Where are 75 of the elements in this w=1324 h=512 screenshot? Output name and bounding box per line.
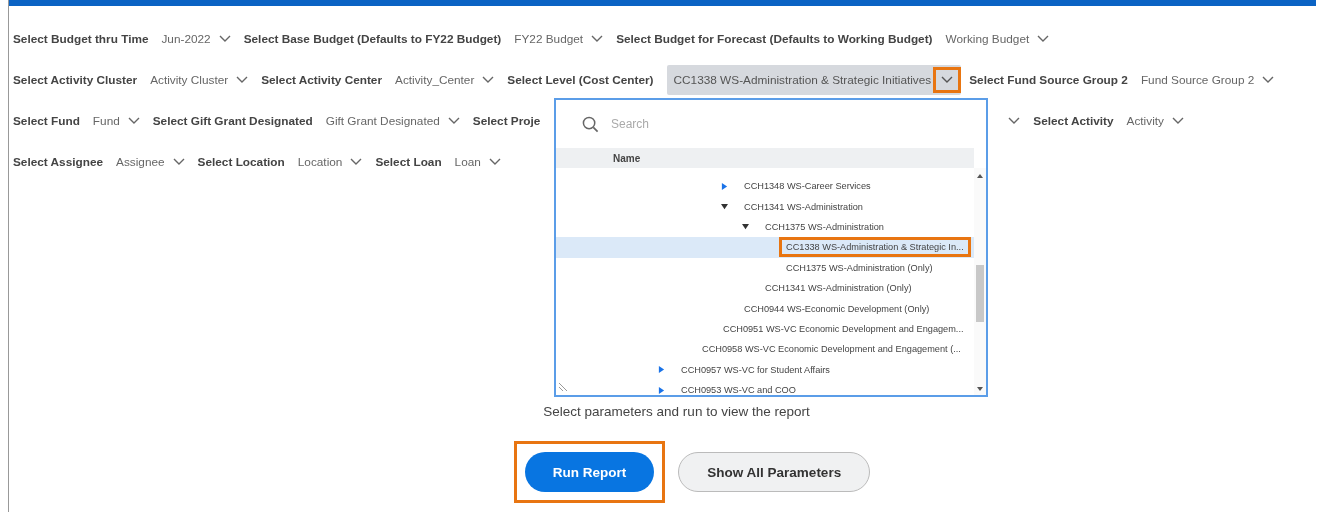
dropdown[interactable]: Location: [297, 154, 363, 169]
tree-item[interactable]: CCH1341 WS-Administration: [556, 196, 974, 217]
tree-item-label: CCH1375 WS-Administration (Only): [785, 261, 934, 275]
parameter-label: Select Activity: [1033, 113, 1114, 128]
tree-item-label: CCH0951 WS-VC Economic Development and Engagem...: [722, 322, 965, 336]
tree-item-label: CCH1341 WS-Administration (Only): [764, 282, 913, 296]
tree-item[interactable]: CCH0958 WS-VC Economic Development and Engagement (...: [556, 339, 974, 360]
dropdown[interactable]: Working Budget: [945, 31, 1050, 46]
chevron-down-icon: [941, 75, 954, 84]
chevron-down-icon: [172, 157, 185, 166]
dropdown[interactable]: Fund: [92, 113, 140, 128]
tree-item-label: CCH1375 WS-Administration: [764, 220, 885, 234]
scroll-up-icon[interactable]: [977, 174, 983, 178]
parameter-label: Select Budget thru Time: [13, 31, 149, 46]
parameter-label: Select Fund: [13, 113, 80, 128]
dropdown[interactable]: Gift Grant Designated: [325, 113, 460, 128]
parameter-label: Select Gift Grant Designated: [152, 113, 313, 128]
chevron-down-icon: [591, 34, 604, 43]
parameter-label: Select Activity Center: [261, 72, 382, 87]
dropdown[interactable]: [1008, 116, 1021, 125]
report-hint: Select parameters and run to view the report: [542, 404, 810, 419]
chevron-down-icon: [1037, 34, 1050, 43]
selected-value-field[interactable]: CC1338 WS-Administration & Strategic Initiatives: [666, 64, 962, 95]
search-icon: [582, 115, 599, 133]
chevron-down-icon: [218, 34, 231, 43]
dropdown[interactable]: Assignee: [116, 154, 185, 169]
column-header: Name: [613, 152, 641, 164]
dropdown[interactable]: FY22 Budget: [514, 31, 604, 46]
dropdown[interactable]: Activity: [1126, 113, 1184, 128]
chevron-down-icon: [127, 116, 140, 125]
chevron-down-icon: [350, 157, 363, 166]
resize-grip-icon[interactable]: [558, 382, 568, 392]
parameter-label: Select Location: [197, 154, 285, 169]
parameter-label: Select Proje: [472, 113, 541, 128]
tree-item-label: CCH0953 WS-VC and COO: [680, 384, 797, 395]
tree-item[interactable]: CCH1375 WS-Administration (Only): [556, 257, 974, 278]
tree-item-label: CC1338 WS-Administration & Strategic In...: [779, 237, 971, 258]
parameters-button[interactable]: Show All Parameters: [678, 452, 871, 492]
tree-item[interactable]: CCH1341 WS-Administration (Only): [556, 277, 974, 299]
dropdown[interactable]: Fund Source Group 2: [1140, 72, 1275, 87]
tree-item-label: CCH0958 WS-VC Economic Development and Engagement (...: [701, 343, 962, 357]
chevron-down-icon: [1171, 116, 1184, 125]
dropdown[interactable]: Loan: [454, 154, 501, 169]
scrollbar[interactable]: [974, 168, 986, 395]
tree-item-label: CCH1341 WS-Administration: [743, 200, 864, 214]
chevron-down-icon: [236, 75, 249, 84]
tree-item[interactable]: CC1338 WS-Administration & Strategic In...: [556, 237, 974, 258]
parameter-label: Select Level (Cost Center): [507, 72, 654, 87]
tree-item-label: CCH0957 WS-VC for Student Affairs: [680, 363, 831, 377]
parameter-label: Select Activity Cluster: [13, 72, 138, 87]
tree-item[interactable]: CCH0957 WS-VC for Student Affairs: [556, 359, 974, 380]
tree-item[interactable]: CCH0951 WS-VC Economic Development and Engagem...: [556, 318, 974, 340]
dropdown[interactable]: Activity Cluster: [150, 72, 249, 87]
chevron-down-icon: [488, 157, 501, 166]
tree-item-label: CCH1348 WS-Career Services: [743, 180, 872, 194]
tree-item[interactable]: CCH1375 WS-Administration: [556, 216, 974, 238]
run-report-button[interactable]: Run Report: [524, 452, 655, 492]
chevron-down-icon: [447, 116, 460, 125]
parameter-label: Select Base Budget (Defaults to FY22 Budget): [243, 31, 502, 46]
chevron-down-icon: [1262, 75, 1275, 84]
scroll-down-icon[interactable]: [977, 387, 983, 391]
parameter-label: Select Assignee: [13, 154, 104, 169]
dropdown[interactable]: Activity_Center: [395, 72, 495, 87]
parameter-label: Select Fund Source Group 2: [969, 72, 1128, 87]
tree-item[interactable]: CCH0944 WS-Economic Development (Only): [556, 298, 974, 319]
parameter-label: Select Loan: [375, 154, 442, 169]
chevron-down-icon: [1008, 116, 1021, 125]
parameter-label: Select Budget for Forecast (Defaults to Working Budget): [616, 31, 933, 46]
tree-item[interactable]: CCH0953 WS-VC and COO: [556, 379, 974, 395]
chevron-down-icon: [482, 75, 495, 84]
tree-item-label: CCH0944 WS-Economic Development (Only): [743, 302, 931, 316]
tree-item[interactable]: CCH1348 WS-Career Services: [556, 176, 974, 197]
scrollbar-thumb[interactable]: [976, 265, 984, 322]
dropdown[interactable]: Jun-2022: [161, 31, 231, 46]
dropdown-toggle[interactable]: [933, 66, 962, 93]
